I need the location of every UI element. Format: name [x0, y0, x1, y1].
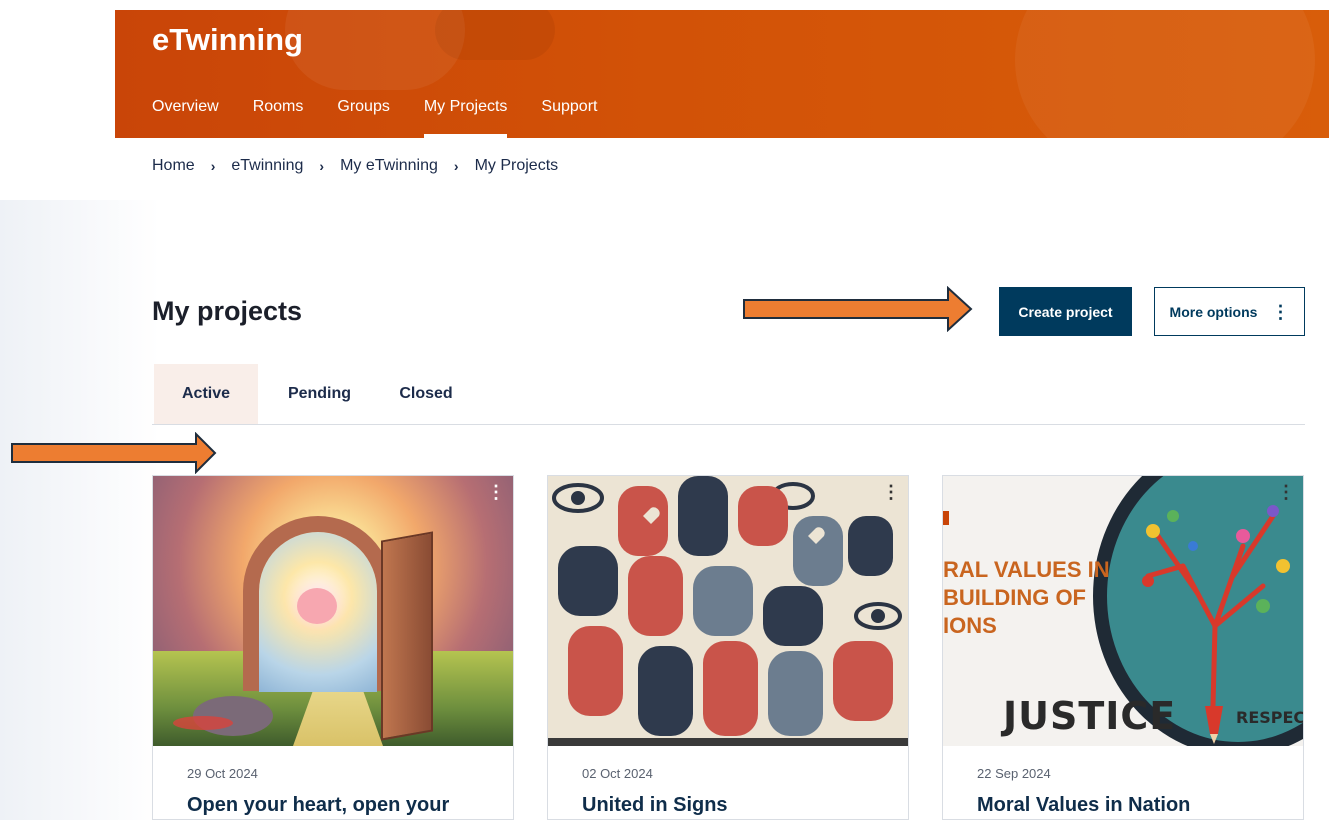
chevron-right-icon: › [453, 158, 459, 174]
moral-values-image[interactable]: RAL VALUES IN BUILDING OF IONS JUSTICE R… [943, 476, 1303, 746]
arrow-annotation-create [743, 286, 973, 332]
card-date: 29 Oct 2024 [187, 766, 258, 781]
breadcrumb: Home › eTwinning › My eTwinning › My Pro… [152, 157, 558, 175]
image-headline: RAL VALUES IN BUILDING OF IONS [943, 557, 1110, 638]
nav-rooms[interactable]: Rooms [253, 98, 304, 138]
more-options-label: More options [1169, 303, 1258, 320]
nav-my-projects[interactable]: My Projects [423, 98, 507, 138]
heart-icon [297, 588, 337, 624]
card-title[interactable]: Moral Values in Nation [977, 794, 1190, 817]
header-decoration [1015, 10, 1315, 138]
image-door [381, 531, 433, 741]
site-header: eTwinning Overview Rooms Groups My Proje… [115, 10, 1329, 138]
card-date: 02 Oct 2024 [582, 766, 653, 781]
image-flowers [173, 716, 233, 730]
card-date: 22 Sep 2024 [977, 766, 1051, 781]
project-tabs: Active Pending Closed [152, 364, 1305, 425]
project-card[interactable]: ⋮ 29 Oct 2024 Open your heart, open your [152, 475, 514, 820]
nav-overview[interactable]: Overview [152, 98, 219, 138]
image-word-respect: RESPECT [1236, 708, 1303, 727]
more-vertical-icon: ⋮ [1271, 301, 1290, 322]
card-menu-icon[interactable]: ⋮ [487, 482, 505, 503]
door-heart-image[interactable] [153, 476, 513, 746]
page-title: My projects [152, 296, 303, 326]
card-menu-icon[interactable]: ⋮ [1277, 482, 1295, 503]
project-card[interactable]: ⋮ 02 Oct 2024 United in Signs [547, 475, 909, 820]
breadcrumb-home[interactable]: Home [152, 157, 195, 175]
main-nav: Overview Rooms Groups My Projects Suppor… [152, 98, 631, 138]
card-title[interactable]: Open your heart, open your [187, 794, 449, 817]
tab-pending[interactable]: Pending [258, 364, 381, 424]
card-title[interactable]: United in Signs [582, 794, 728, 817]
site-title[interactable]: eTwinning [152, 22, 303, 58]
background-fade [0, 200, 160, 820]
card-menu-icon[interactable]: ⋮ [882, 482, 900, 503]
tab-active[interactable]: Active [154, 364, 258, 424]
nav-support[interactable]: Support [541, 98, 597, 138]
header-decoration [435, 10, 555, 60]
chevron-right-icon: › [210, 158, 216, 174]
hands-illustration [548, 476, 908, 746]
tab-closed[interactable]: Closed [381, 364, 471, 424]
project-card[interactable]: RAL VALUES IN BUILDING OF IONS JUSTICE R… [942, 475, 1304, 820]
page: eTwinning Overview Rooms Groups My Proje… [0, 0, 1329, 820]
breadcrumb-etwinning[interactable]: eTwinning [231, 157, 303, 175]
nav-groups[interactable]: Groups [337, 98, 389, 138]
arrow-annotation-cards [11, 432, 217, 474]
image-word-justice: JUSTICE [1003, 694, 1177, 738]
breadcrumb-my-etwinning[interactable]: My eTwinning [340, 157, 438, 175]
more-options-button[interactable]: More options ⋮ [1154, 287, 1305, 336]
breadcrumb-current: My Projects [474, 157, 559, 174]
chevron-right-icon: › [319, 158, 325, 174]
hands-signs-image[interactable] [548, 476, 908, 746]
create-project-button[interactable]: Create project [999, 287, 1132, 336]
